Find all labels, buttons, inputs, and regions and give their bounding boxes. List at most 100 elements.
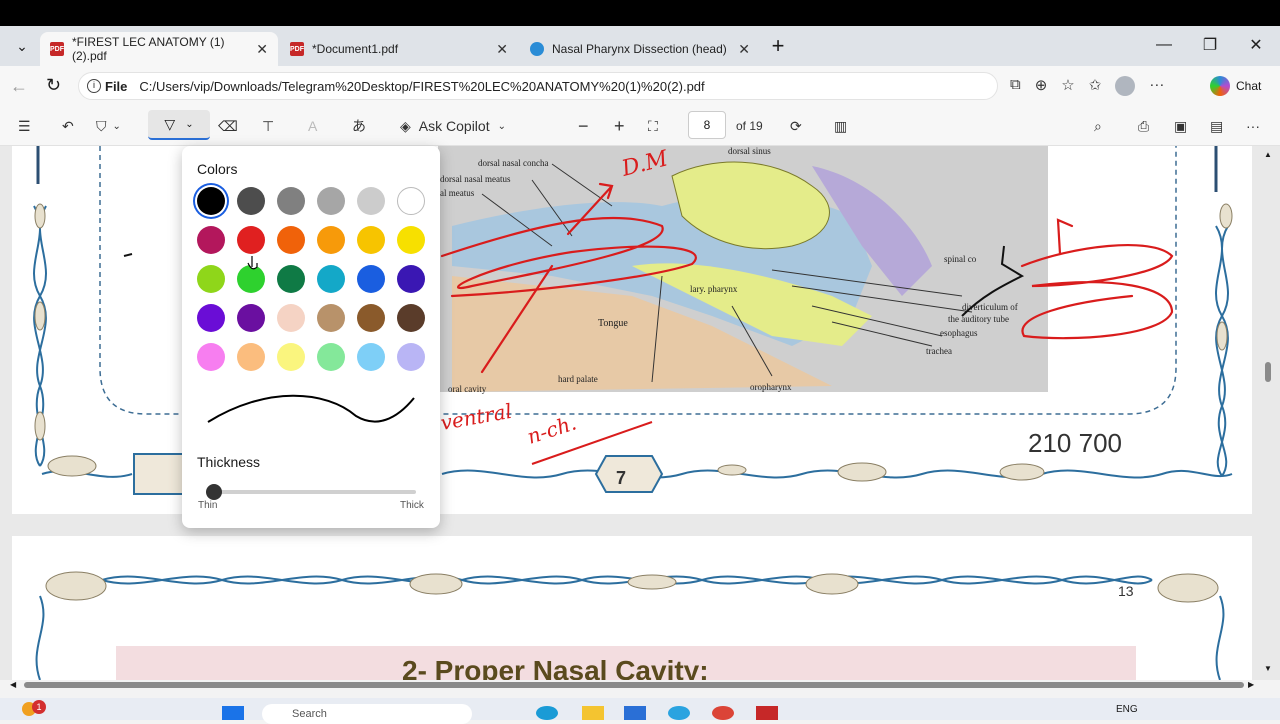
- color-swatch[interactable]: [357, 265, 385, 293]
- vertical-scrollbar[interactable]: ▲ ▼: [1262, 146, 1274, 680]
- page-total: of 19: [736, 119, 763, 133]
- fit-page-icon[interactable]: ⛶: [648, 116, 658, 136]
- page-number-input[interactable]: 8: [688, 111, 726, 139]
- language-indicator[interactable]: ENG: [1116, 704, 1138, 715]
- color-swatch[interactable]: [237, 343, 265, 371]
- taskbar-app-pdf-icon[interactable]: [756, 706, 778, 720]
- save-as-icon[interactable]: ▤: [1210, 116, 1223, 136]
- scroll-left-icon[interactable]: ◀: [10, 680, 16, 689]
- zoom-in-icon[interactable]: +: [614, 116, 625, 136]
- close-icon[interactable]: ✕: [738, 41, 750, 58]
- zoom-icon[interactable]: ⊕: [1035, 76, 1048, 96]
- undo-icon[interactable]: ↶: [62, 116, 74, 136]
- more-icon[interactable]: ···: [1149, 76, 1164, 96]
- start-icon[interactable]: [222, 706, 244, 720]
- color-swatch[interactable]: [277, 343, 305, 371]
- thickness-slider[interactable]: [206, 484, 416, 500]
- color-swatch[interactable]: [277, 304, 305, 332]
- text-format-icon: A: [308, 118, 318, 134]
- eraser-icon[interactable]: ⌫: [218, 116, 238, 136]
- color-swatch[interactable]: [197, 265, 225, 293]
- zoom-out-icon[interactable]: −: [578, 116, 589, 136]
- taskbar-search[interactable]: Search: [262, 704, 472, 724]
- refresh-icon[interactable]: ↻: [46, 75, 61, 96]
- more-options-icon[interactable]: ···: [1246, 116, 1260, 136]
- color-swatch[interactable]: [397, 343, 425, 371]
- label-tongue: Tongue: [598, 318, 628, 329]
- close-icon[interactable]: ✕: [496, 41, 508, 58]
- thickness-slider-thumb[interactable]: [206, 484, 222, 500]
- close-icon[interactable]: ✕: [256, 41, 268, 58]
- color-swatch[interactable]: [197, 226, 225, 254]
- profile-avatar[interactable]: [1115, 76, 1136, 96]
- color-swatch[interactable]: [277, 187, 305, 215]
- copilot-chat-button[interactable]: Chat: [1210, 76, 1261, 96]
- color-swatch[interactable]: [317, 304, 345, 332]
- favorite-icon[interactable]: ☆: [1061, 76, 1074, 96]
- color-swatch[interactable]: [357, 226, 385, 254]
- highlight-icon[interactable]: ⛉ ⌄: [96, 116, 121, 136]
- scroll-up-icon[interactable]: ▲: [1264, 150, 1272, 159]
- taskbar-app-explorer-icon[interactable]: [582, 706, 604, 720]
- scroll-thumb-horizontal[interactable]: [24, 682, 1244, 688]
- color-swatch[interactable]: [237, 304, 265, 332]
- tab-bar: ⌄ PDF *FIREST LEC ANATOMY (1) (2).pdf ✕ …: [0, 26, 1280, 66]
- tab-first-lec[interactable]: PDF *FIREST LEC ANATOMY (1) (2).pdf ✕: [40, 32, 278, 66]
- colors-title: Colors: [197, 161, 238, 177]
- rotate-icon[interactable]: ⟳: [790, 116, 802, 136]
- file-label: File: [105, 78, 128, 94]
- save-icon[interactable]: ▣: [1174, 116, 1187, 136]
- chevron-down-icon[interactable]: ⌄: [113, 121, 121, 132]
- print-icon[interactable]: ⎙: [1138, 116, 1149, 136]
- color-swatch[interactable]: [357, 304, 385, 332]
- color-swatch[interactable]: [397, 187, 425, 215]
- color-swatch[interactable]: [397, 304, 425, 332]
- taskbar-app-telegram-icon[interactable]: [668, 706, 690, 720]
- contents-icon[interactable]: ☰: [18, 116, 31, 136]
- read-aloud-icon[interactable]: あ: [352, 116, 366, 136]
- color-swatch[interactable]: [397, 226, 425, 254]
- close-window-button[interactable]: ✕: [1236, 30, 1276, 60]
- color-swatch[interactable]: [277, 226, 305, 254]
- chevron-down-icon: ⌄: [497, 120, 506, 132]
- ask-copilot-button[interactable]: ◈ Ask Copilot ⌄: [400, 116, 506, 136]
- tab-actions-button[interactable]: ⌄: [8, 34, 36, 58]
- color-swatch[interactable]: [317, 265, 345, 293]
- scroll-thumb[interactable]: [1265, 362, 1271, 382]
- address-bar[interactable]: i File C:/Users/vip/Downloads/Telegram%2…: [78, 72, 998, 100]
- color-swatch[interactable]: [277, 265, 305, 293]
- color-swatch[interactable]: [197, 343, 225, 371]
- label-dorsal-meatus: dorsal nasal meatus: [440, 174, 511, 184]
- color-swatch[interactable]: [357, 187, 385, 215]
- color-swatch[interactable]: [357, 343, 385, 371]
- url-text: C:/Users/vip/Downloads/Telegram%20Deskto…: [139, 78, 705, 94]
- collections-icon[interactable]: ✩: [1089, 76, 1102, 96]
- new-tab-button[interactable]: +: [766, 33, 790, 58]
- draw-button-active[interactable]: ▽ ⌄: [148, 110, 210, 140]
- color-swatch[interactable]: [317, 343, 345, 371]
- color-swatch[interactable]: [197, 304, 225, 332]
- scroll-right-icon[interactable]: ▶: [1248, 680, 1254, 689]
- label-nasal-meatus: al meatus: [440, 188, 475, 198]
- horizontal-scrollbar[interactable]: ◀ ▶: [10, 680, 1254, 690]
- taskbar-app-store-icon[interactable]: [624, 706, 646, 720]
- page-number-badge: 7: [616, 468, 626, 488]
- search-icon[interactable]: ⌕: [1094, 116, 1102, 136]
- restore-button[interactable]: ❐: [1190, 30, 1230, 60]
- back-icon[interactable]: ←: [10, 76, 28, 97]
- color-swatch-selected[interactable]: [197, 187, 225, 215]
- text-box-icon[interactable]: ⊤: [262, 116, 274, 136]
- translate-icon[interactable]: ⧉: [1010, 76, 1021, 96]
- taskbar-app-chrome-icon[interactable]: [712, 706, 734, 720]
- taskbar-app-edge-icon[interactable]: [536, 706, 558, 720]
- tab-document1[interactable]: PDF *Document1.pdf ✕: [280, 32, 518, 66]
- minimize-button[interactable]: —: [1144, 30, 1184, 60]
- color-swatch[interactable]: [317, 226, 345, 254]
- color-swatch[interactable]: [237, 226, 265, 254]
- color-swatch[interactable]: [317, 187, 345, 215]
- page-view-icon[interactable]: ▥: [834, 116, 847, 136]
- color-swatch[interactable]: [397, 265, 425, 293]
- scroll-down-icon[interactable]: ▼: [1264, 664, 1272, 673]
- color-swatch[interactable]: [237, 187, 265, 215]
- tab-nasal-pharynx[interactable]: Nasal Pharynx Dissection (head) ✕: [520, 32, 760, 66]
